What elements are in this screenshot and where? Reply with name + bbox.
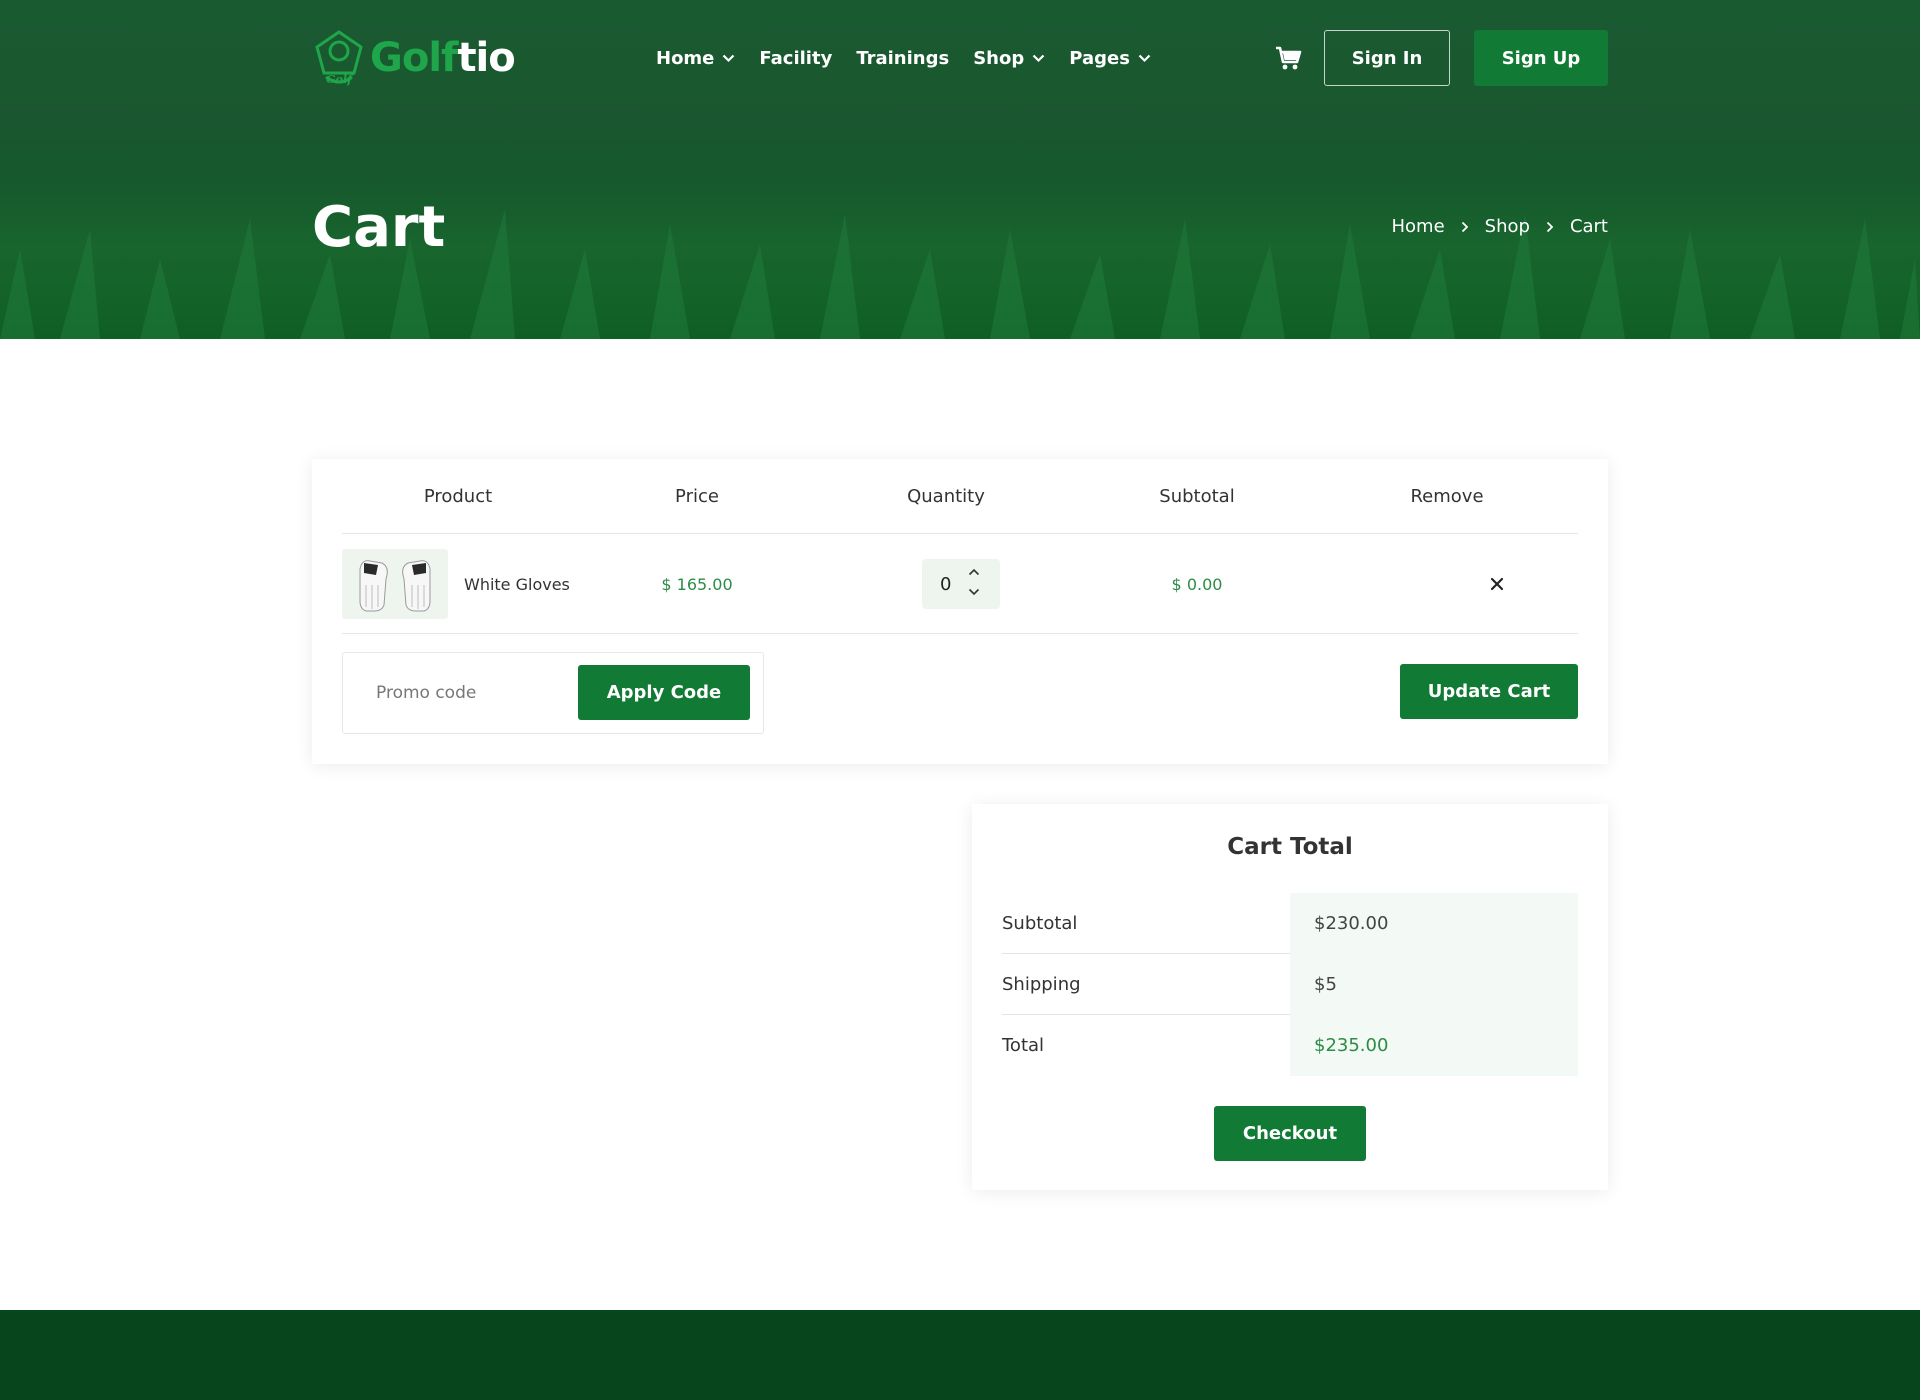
cart-table-header: Product Price Quantity Subtotal Remove: [342, 459, 1578, 534]
cart-total-title: Cart Total: [1227, 834, 1353, 860]
total-row-label: Shipping: [1002, 974, 1081, 995]
total-row-label: Total: [1002, 1035, 1045, 1056]
footer: [0, 1310, 1920, 1400]
brand-name-part1: Golf: [370, 35, 458, 81]
close-icon[interactable]: [1487, 574, 1507, 594]
page-hero: Golf Golftio Home Facility Trainings Sho…: [0, 0, 1920, 339]
nav-item-facility[interactable]: Facility: [759, 48, 832, 69]
column-header-price: Price: [675, 486, 719, 507]
grass-background: [0, 169, 1920, 339]
nav-item-label: Trainings: [856, 47, 950, 69]
product-image[interactable]: [342, 549, 448, 619]
nav-item-label: Pages: [1069, 47, 1130, 69]
brand-name: Golftio: [370, 35, 516, 81]
chevron-down-icon: [723, 54, 735, 62]
update-cart-button[interactable]: Update Cart: [1400, 664, 1578, 719]
column-header-product: Product: [423, 486, 493, 507]
apply-code-button[interactable]: Apply Code: [578, 665, 750, 720]
total-row-subtotal: Subtotal $230.00: [1002, 893, 1578, 954]
nav-item-pages[interactable]: Pages: [1069, 48, 1151, 69]
sign-up-button[interactable]: Sign Up: [1474, 30, 1608, 86]
breadcrumb-shop[interactable]: Shop: [1485, 216, 1530, 237]
svg-text:Golf: Golf: [326, 73, 354, 86]
main-nav: Home Facility Trainings Shop Pages: [656, 28, 1151, 88]
total-row-value: $5: [1290, 954, 1578, 1015]
nav-item-home[interactable]: Home: [656, 48, 735, 69]
sign-in-button[interactable]: Sign In: [1324, 30, 1450, 86]
total-row-value: $230.00: [1290, 893, 1578, 954]
quantity-value[interactable]: 0: [940, 559, 951, 609]
cart-icon[interactable]: [1274, 44, 1302, 72]
table-row: White Gloves $ 165.00 0 $ 0.00: [342, 534, 1578, 634]
golf-logo-icon: Golf: [315, 30, 363, 86]
breadcrumb-current: Cart: [1569, 216, 1608, 237]
page-title: Cart: [312, 195, 446, 260]
row-subtotal: $ 0.00: [1171, 574, 1223, 594]
chevron-right-icon: [1461, 221, 1469, 233]
brand-logo[interactable]: Golf Golftio: [312, 28, 516, 88]
column-header-subtotal: Subtotal: [1159, 486, 1235, 507]
product-price: $ 165.00: [661, 574, 733, 594]
promo-code-input[interactable]: [344, 654, 564, 732]
product-name[interactable]: White Gloves: [464, 534, 570, 634]
nav-item-shop[interactable]: Shop: [973, 48, 1045, 69]
cart-total-card: Cart Total Subtotal $230.00 Shipping $5 …: [972, 804, 1608, 1190]
total-row-label: Subtotal: [1002, 913, 1078, 934]
nav-item-trainings[interactable]: Trainings: [856, 48, 949, 69]
chevron-up-icon[interactable]: [968, 567, 980, 577]
total-row-value: $235.00: [1290, 1015, 1578, 1076]
promo-code-form: Apply Code: [342, 652, 764, 734]
quantity-stepper[interactable]: 0: [922, 559, 1000, 609]
chevron-down-icon: [1032, 54, 1045, 62]
total-row-shipping: Shipping $5: [1002, 954, 1578, 1015]
cart-table-card: Product Price Quantity Subtotal Remove W…: [312, 459, 1608, 764]
gloves-image: [359, 560, 431, 612]
nav-item-label: Facility: [759, 47, 833, 69]
column-header-remove: Remove: [1410, 486, 1484, 507]
total-row-total: Total $235.00: [1002, 1015, 1578, 1076]
top-navbar: Golf Golftio Home Facility Trainings Sho…: [312, 28, 1608, 88]
nav-item-label: Home: [656, 47, 715, 69]
chevron-right-icon: [1546, 221, 1554, 233]
brand-name-part2: tio: [457, 35, 515, 81]
nav-item-label: Shop: [973, 47, 1025, 69]
checkout-button[interactable]: Checkout: [1214, 1106, 1366, 1161]
chevron-down-icon: [1138, 54, 1151, 62]
breadcrumb-home[interactable]: Home: [1392, 216, 1445, 237]
column-header-quantity: Quantity: [907, 486, 985, 507]
chevron-down-icon[interactable]: [968, 587, 980, 597]
breadcrumb: Home Shop Cart: [1392, 216, 1609, 237]
